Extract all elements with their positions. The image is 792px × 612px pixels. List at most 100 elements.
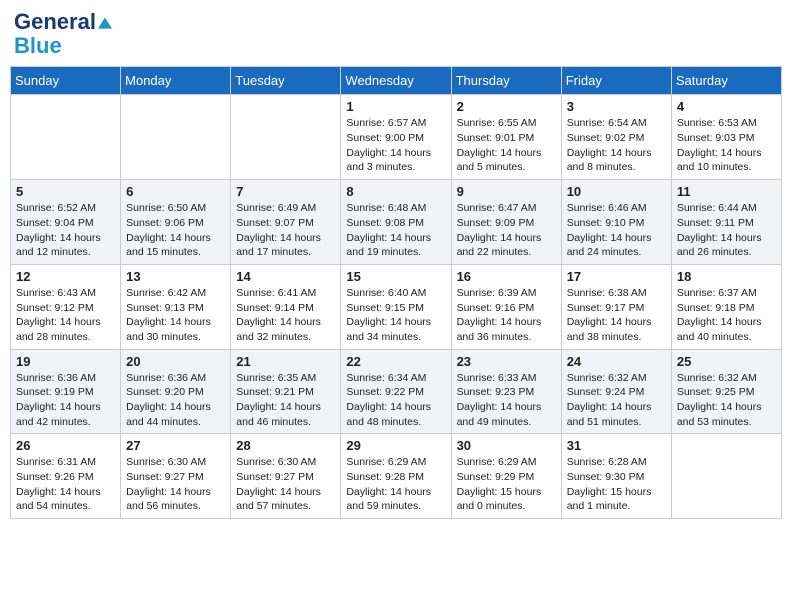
day-info: Sunrise: 6:31 AM Sunset: 9:26 PM Dayligh…: [16, 455, 115, 514]
day-number: 4: [677, 99, 776, 114]
calendar-cell: 7 Sunrise: 6:49 AM Sunset: 9:07 PM Daylig…: [231, 180, 341, 265]
day-info: Sunrise: 6:46 AM Sunset: 9:10 PM Dayligh…: [567, 201, 666, 260]
day-info: Sunrise: 6:30 AM Sunset: 9:27 PM Dayligh…: [126, 455, 225, 514]
day-number: 23: [457, 354, 556, 369]
calendar-cell: [121, 95, 231, 180]
calendar-cell: 25Sunrise: 6:32 AM Sunset: 9:25 PM Dayli…: [671, 349, 781, 434]
day-info: Sunrise: 6:52 AM Sunset: 9:04 PM Dayligh…: [16, 201, 115, 260]
day-info: Sunrise: 6:44 AM Sunset: 9:11 PM Dayligh…: [677, 201, 776, 260]
calendar-cell: 11 Sunrise: 6:44 AM Sunset: 9:11 PM Dayli…: [671, 180, 781, 265]
calendar-cell: 30 Sunrise: 6:29 AM Sunset: 9:29 PM Dayli…: [451, 434, 561, 519]
day-number: 22: [346, 354, 445, 369]
day-number: 11: [677, 184, 776, 199]
calendar-cell: 12Sunrise: 6:43 AM Sunset: 9:12 PM Dayli…: [11, 264, 121, 349]
calendar-cell: [671, 434, 781, 519]
week-row-2: 5Sunrise: 6:52 AM Sunset: 9:04 PM Daylig…: [11, 180, 782, 265]
day-number: 27: [126, 438, 225, 453]
calendar-cell: 24Sunrise: 6:32 AM Sunset: 9:24 PM Dayli…: [561, 349, 671, 434]
day-info: Sunrise: 6:30 AM Sunset: 9:27 PM Dayligh…: [236, 455, 335, 514]
calendar-cell: 21 Sunrise: 6:35 AM Sunset: 9:21 PM Dayli…: [231, 349, 341, 434]
day-info: Sunrise: 6:28 AM Sunset: 9:30 PM Dayligh…: [567, 455, 666, 514]
calendar-cell: 1Sunrise: 6:57 AM Sunset: 9:00 PM Daylig…: [341, 95, 451, 180]
day-info: Sunrise: 6:57 AM Sunset: 9:00 PM Dayligh…: [346, 116, 445, 175]
day-info: Sunrise: 6:29 AM Sunset: 9:28 PM Dayligh…: [346, 455, 445, 514]
day-info: Sunrise: 6:42 AM Sunset: 9:13 PM Dayligh…: [126, 286, 225, 345]
day-of-week-monday: Monday: [121, 67, 231, 95]
week-row-3: 12Sunrise: 6:43 AM Sunset: 9:12 PM Dayli…: [11, 264, 782, 349]
logo: GeneralBlue: [14, 10, 112, 58]
day-info: Sunrise: 6:36 AM Sunset: 9:19 PM Dayligh…: [16, 371, 115, 430]
day-info: Sunrise: 6:47 AM Sunset: 9:09 PM Dayligh…: [457, 201, 556, 260]
day-number: 30: [457, 438, 556, 453]
day-of-week-wednesday: Wednesday: [341, 67, 451, 95]
day-info: Sunrise: 6:53 AM Sunset: 9:03 PM Dayligh…: [677, 116, 776, 175]
calendar-cell: 20 Sunrise: 6:36 AM Sunset: 9:20 PM Dayli…: [121, 349, 231, 434]
day-info: Sunrise: 6:35 AM Sunset: 9:21 PM Dayligh…: [236, 371, 335, 430]
calendar-cell: [11, 95, 121, 180]
day-of-week-saturday: Saturday: [671, 67, 781, 95]
day-number: 9: [457, 184, 556, 199]
calendar-cell: 28 Sunrise: 6:30 AM Sunset: 9:27 PM Dayli…: [231, 434, 341, 519]
calendar-cell: 27 Sunrise: 6:30 AM Sunset: 9:27 PM Dayli…: [121, 434, 231, 519]
day-info: Sunrise: 6:32 AM Sunset: 9:25 PM Dayligh…: [677, 371, 776, 430]
day-number: 8: [346, 184, 445, 199]
calendar-cell: 16 Sunrise: 6:39 AM Sunset: 9:16 PM Dayli…: [451, 264, 561, 349]
day-of-week-thursday: Thursday: [451, 67, 561, 95]
day-info: Sunrise: 6:39 AM Sunset: 9:16 PM Dayligh…: [457, 286, 556, 345]
day-number: 31: [567, 438, 666, 453]
day-number: 14: [236, 269, 335, 284]
week-row-5: 26 Sunrise: 6:31 AM Sunset: 9:26 PM Dayli…: [11, 434, 782, 519]
calendar-cell: 22Sunrise: 6:34 AM Sunset: 9:22 PM Dayli…: [341, 349, 451, 434]
day-number: 29: [346, 438, 445, 453]
day-of-week-friday: Friday: [561, 67, 671, 95]
day-number: 28: [236, 438, 335, 453]
day-number: 19: [16, 354, 115, 369]
day-number: 15: [346, 269, 445, 284]
week-row-4: 19 Sunrise: 6:36 AM Sunset: 9:19 PM Dayli…: [11, 349, 782, 434]
day-info: Sunrise: 6:43 AM Sunset: 9:12 PM Dayligh…: [16, 286, 115, 345]
day-info: Sunrise: 6:36 AM Sunset: 9:20 PM Dayligh…: [126, 371, 225, 430]
logo-area: GeneralBlue: [14, 10, 112, 58]
calendar-cell: 2 Sunrise: 6:55 AM Sunset: 9:01 PM Daylig…: [451, 95, 561, 180]
day-info: Sunrise: 6:32 AM Sunset: 9:24 PM Dayligh…: [567, 371, 666, 430]
day-info: Sunrise: 6:55 AM Sunset: 9:01 PM Dayligh…: [457, 116, 556, 175]
calendar-cell: 31 Sunrise: 6:28 AM Sunset: 9:30 PM Dayli…: [561, 434, 671, 519]
day-number: 6: [126, 184, 225, 199]
day-number: 16: [457, 269, 556, 284]
calendar-cell: 29 Sunrise: 6:29 AM Sunset: 9:28 PM Dayli…: [341, 434, 451, 519]
day-info: Sunrise: 6:38 AM Sunset: 9:17 PM Dayligh…: [567, 286, 666, 345]
day-number: 2: [457, 99, 556, 114]
calendar-cell: 15 Sunrise: 6:40 AM Sunset: 9:15 PM Dayli…: [341, 264, 451, 349]
calendar-body: 1Sunrise: 6:57 AM Sunset: 9:00 PM Daylig…: [11, 95, 782, 519]
header: GeneralBlue: [10, 10, 782, 58]
calendar-cell: 14 Sunrise: 6:41 AM Sunset: 9:14 PM Dayli…: [231, 264, 341, 349]
day-number: 13: [126, 269, 225, 284]
calendar-cell: 9 Sunrise: 6:47 AM Sunset: 9:09 PM Daylig…: [451, 180, 561, 265]
day-number: 21: [236, 354, 335, 369]
calendar-cell: 6 Sunrise: 6:50 AM Sunset: 9:06 PM Daylig…: [121, 180, 231, 265]
day-info: Sunrise: 6:40 AM Sunset: 9:15 PM Dayligh…: [346, 286, 445, 345]
day-info: Sunrise: 6:48 AM Sunset: 9:08 PM Dayligh…: [346, 201, 445, 260]
week-row-1: 1Sunrise: 6:57 AM Sunset: 9:00 PM Daylig…: [11, 95, 782, 180]
day-info: Sunrise: 6:49 AM Sunset: 9:07 PM Dayligh…: [236, 201, 335, 260]
day-number: 3: [567, 99, 666, 114]
day-info: Sunrise: 6:54 AM Sunset: 9:02 PM Dayligh…: [567, 116, 666, 175]
day-info: Sunrise: 6:50 AM Sunset: 9:06 PM Dayligh…: [126, 201, 225, 260]
day-info: Sunrise: 6:29 AM Sunset: 9:29 PM Dayligh…: [457, 455, 556, 514]
calendar-cell: 23Sunrise: 6:33 AM Sunset: 9:23 PM Dayli…: [451, 349, 561, 434]
calendar-cell: 13 Sunrise: 6:42 AM Sunset: 9:13 PM Dayli…: [121, 264, 231, 349]
day-number: 26: [16, 438, 115, 453]
calendar-cell: 18Sunrise: 6:37 AM Sunset: 9:18 PM Dayli…: [671, 264, 781, 349]
day-number: 7: [236, 184, 335, 199]
calendar-cell: 10Sunrise: 6:46 AM Sunset: 9:10 PM Dayli…: [561, 180, 671, 265]
calendar-cell: 19 Sunrise: 6:36 AM Sunset: 9:19 PM Dayli…: [11, 349, 121, 434]
day-info: Sunrise: 6:37 AM Sunset: 9:18 PM Dayligh…: [677, 286, 776, 345]
calendar-cell: 8 Sunrise: 6:48 AM Sunset: 9:08 PM Daylig…: [341, 180, 451, 265]
calendar-cell: 5Sunrise: 6:52 AM Sunset: 9:04 PM Daylig…: [11, 180, 121, 265]
day-of-week-sunday: Sunday: [11, 67, 121, 95]
day-of-week-tuesday: Tuesday: [231, 67, 341, 95]
day-number: 20: [126, 354, 225, 369]
calendar-cell: 4 Sunrise: 6:53 AM Sunset: 9:03 PM Daylig…: [671, 95, 781, 180]
calendar-cell: 17Sunrise: 6:38 AM Sunset: 9:17 PM Dayli…: [561, 264, 671, 349]
day-info: Sunrise: 6:41 AM Sunset: 9:14 PM Dayligh…: [236, 286, 335, 345]
